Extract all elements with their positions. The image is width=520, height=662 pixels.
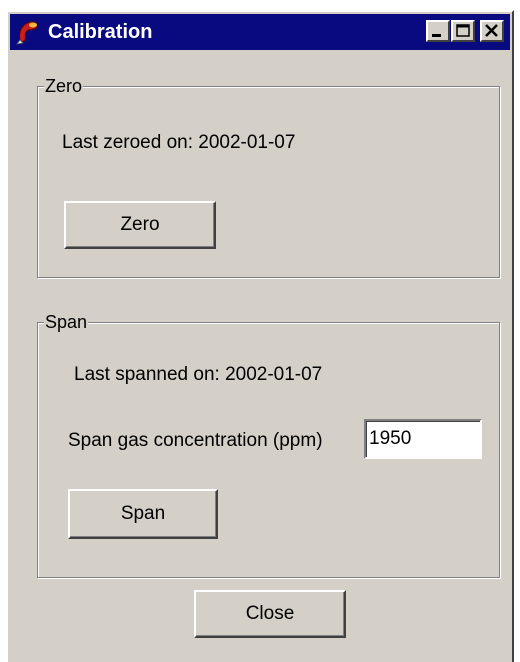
calibration-app-icon — [14, 18, 42, 46]
last-zeroed-text: Last zeroed on: 2002-01-07 — [62, 132, 296, 153]
maximize-button[interactable] — [451, 20, 475, 42]
maximize-icon — [456, 24, 470, 37]
title-bar[interactable]: Calibration — [10, 14, 510, 50]
span-concentration-input[interactable] — [364, 419, 482, 459]
close-icon — [485, 24, 498, 37]
close-window-button[interactable] — [480, 20, 504, 42]
window-title: Calibration — [48, 21, 153, 43]
span-group-label: Span — [44, 311, 89, 333]
span-groupbox: Span Last spanned on: 2002-01-07 Span ga… — [37, 311, 500, 578]
span-concentration-label: Span gas concentration (ppm) — [68, 430, 323, 451]
calibration-window: Calibration Zero Last zeroed on: 2002-01… — [6, 10, 514, 662]
zero-button[interactable]: Zero — [64, 201, 216, 249]
minimize-button[interactable] — [426, 20, 450, 42]
close-button[interactable]: Close — [194, 590, 346, 638]
last-spanned-text: Last spanned on: 2002-01-07 — [74, 364, 323, 385]
zero-groupbox: Zero Last zeroed on: 2002-01-07 Zero — [37, 75, 500, 278]
minimize-icon — [432, 34, 441, 37]
zero-group-label: Zero — [44, 75, 84, 97]
span-button[interactable]: Span — [68, 489, 218, 539]
